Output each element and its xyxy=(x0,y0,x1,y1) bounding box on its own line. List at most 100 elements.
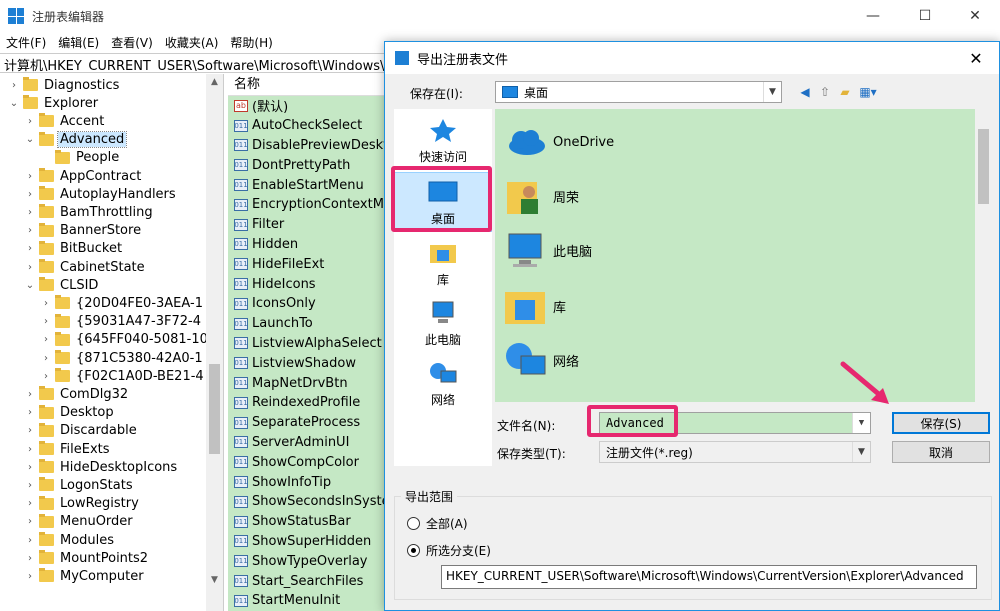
tree-item[interactable]: › HideDesktopIcons xyxy=(24,458,179,476)
tree-item[interactable]: ⌄ Explorer xyxy=(8,94,100,112)
list-item[interactable]: 011 ShowTypeOverlay xyxy=(228,551,388,572)
tree-item[interactable]: › Discardable xyxy=(24,422,139,440)
list-item[interactable]: 011 ShowInfoTip xyxy=(228,472,388,492)
tree-item[interactable]: ⌄ Advanced xyxy=(24,131,128,149)
chevron-right-icon[interactable]: › xyxy=(24,262,36,273)
new-folder-icon[interactable]: ▰ xyxy=(837,84,853,100)
list-item[interactable]: 011 ReindexedProfile xyxy=(228,392,388,413)
scroll-up-icon[interactable]: ▲ xyxy=(206,74,223,91)
chevron-down-icon[interactable]: ⌄ xyxy=(8,98,20,109)
tree-scrollbar[interactable]: ▲ ▼ xyxy=(206,74,223,611)
close-button[interactable]: ✕ xyxy=(952,0,998,32)
chevron-right-icon[interactable]: › xyxy=(40,353,52,364)
up-folder-icon[interactable]: ⇧ xyxy=(817,84,833,100)
tree-item[interactable]: › MountPoints2 xyxy=(24,549,150,567)
tree-item[interactable]: People xyxy=(40,149,121,167)
scroll-down-icon[interactable]: ▼ xyxy=(206,572,223,589)
chevron-right-icon[interactable]: › xyxy=(24,444,36,455)
list-item[interactable]: 011 DontPrettyPath xyxy=(228,155,388,176)
list-item[interactable]: 011 LaunchTo xyxy=(228,313,388,334)
address-bar[interactable]: 计算机\HKEY_CURRENT_USER\Software\Microsoft… xyxy=(0,53,400,73)
list-item[interactable]: 011 HideIcons xyxy=(228,274,388,294)
dialog-close-button[interactable]: ✕ xyxy=(953,42,999,74)
list-item[interactable]: 011 DisablePreviewDesktop xyxy=(228,135,388,156)
chevron-right-icon[interactable]: › xyxy=(8,80,20,91)
tree-item[interactable]: › {F02C1A0D-BE21-4 xyxy=(40,367,206,385)
list-item[interactable]: 011 HideFileExt xyxy=(228,254,388,275)
chevron-right-icon[interactable]: › xyxy=(24,553,36,564)
tree-item[interactable]: › Diagnostics xyxy=(8,76,121,94)
chevron-right-icon[interactable]: › xyxy=(40,371,52,382)
chevron-right-icon[interactable]: › xyxy=(40,334,52,345)
chevron-right-icon[interactable]: › xyxy=(24,425,36,436)
chevron-right-icon[interactable]: › xyxy=(24,389,36,400)
maximize-button[interactable]: ☐ xyxy=(902,0,948,32)
list-item[interactable]: 011 ServerAdminUI xyxy=(228,432,388,453)
chevron-down-icon[interactable]: ⌄ xyxy=(24,280,36,291)
branch-path-input[interactable]: HKEY_CURRENT_USER\Software\Microsoft\Win… xyxy=(441,565,977,589)
cancel-button[interactable]: 取消 xyxy=(892,441,990,463)
list-item[interactable]: 011 ShowSecondsInSystemClock xyxy=(228,491,388,512)
list-item[interactable]: 011 ShowStatusBar xyxy=(228,511,388,532)
place-network[interactable]: 网络 xyxy=(394,352,492,412)
tree-item[interactable]: › CabinetState xyxy=(24,258,147,276)
minimize-button[interactable]: — xyxy=(850,0,896,32)
chevron-right-icon[interactable]: › xyxy=(24,535,36,546)
tree-item[interactable]: › {871C5380-42A0-1 xyxy=(40,349,205,367)
list-item[interactable]: 011 ListviewAlphaSelect xyxy=(228,333,388,354)
list-item[interactable]: 011 EnableStartMenu xyxy=(228,175,388,195)
list-item[interactable]: 011 Start_SearchFiles xyxy=(228,571,388,591)
file-list-scroll-thumb[interactable] xyxy=(978,129,989,204)
file-item-library[interactable]: 库 xyxy=(503,281,566,331)
file-item-user[interactable]: 周荣 xyxy=(503,171,579,221)
list-item[interactable]: 011 Hidden xyxy=(228,234,388,255)
chevron-down-icon[interactable]: ▼ xyxy=(763,82,781,102)
chevron-right-icon[interactable]: › xyxy=(24,225,36,236)
menu-file[interactable]: 文件(F) xyxy=(0,34,52,51)
list-item[interactable]: 011 EncryptionContextMenu xyxy=(228,194,388,215)
chevron-right-icon[interactable]: › xyxy=(24,480,36,491)
tree-item[interactable]: › Desktop xyxy=(24,404,116,422)
list-item[interactable]: 011 StartMenuInit xyxy=(228,590,388,611)
chevron-right-icon[interactable]: › xyxy=(24,243,36,254)
place-this-pc[interactable]: 此电脑 xyxy=(394,292,492,352)
list-item[interactable]: 011 SeparateProcess xyxy=(228,412,388,433)
file-item-this-pc[interactable]: 此电脑 xyxy=(503,225,592,275)
list-item[interactable]: 011 ShowSuperHidden xyxy=(228,531,388,552)
tree-item[interactable]: › BamThrottling xyxy=(24,203,155,221)
chevron-right-icon[interactable]: › xyxy=(24,407,36,418)
tree-item[interactable]: › ComDlg32 xyxy=(24,385,130,403)
list-item[interactable]: 011 ListviewShadow xyxy=(228,353,388,374)
tree-item[interactable]: › AppContract xyxy=(24,167,143,185)
menu-favorites[interactable]: 收藏夹(A) xyxy=(159,34,225,51)
tree-item[interactable]: › MenuOrder xyxy=(24,513,135,531)
radio-all[interactable]: 全部(A) xyxy=(407,515,468,532)
file-item-onedrive[interactable]: OneDrive xyxy=(503,117,614,167)
chevron-right-icon[interactable]: › xyxy=(24,498,36,509)
tree-item[interactable]: › LowRegistry xyxy=(24,495,141,513)
tree-item[interactable]: ⌄ CLSID xyxy=(24,276,100,294)
tree-item[interactable]: › MyComputer xyxy=(24,567,146,585)
list-item[interactable]: 011 AutoCheckSelect xyxy=(228,115,388,136)
chevron-right-icon[interactable]: › xyxy=(24,462,36,473)
place-library[interactable]: 库 xyxy=(394,232,492,292)
chevron-right-icon[interactable]: › xyxy=(40,316,52,327)
chevron-down-icon[interactable]: ▼ xyxy=(852,442,870,462)
tree-item[interactable]: › LogonStats xyxy=(24,476,135,494)
file-list-scrollbar[interactable] xyxy=(975,109,992,402)
list-item[interactable]: 011 ShowCompColor xyxy=(228,452,388,473)
tree-item[interactable]: › BannerStore xyxy=(24,222,143,240)
list-item[interactable]: ab (默认) xyxy=(228,96,388,116)
tree-item[interactable]: › {645FF040-5081-10 xyxy=(40,331,210,349)
save-in-combo[interactable]: 桌面 ▼ xyxy=(495,81,782,103)
list-item[interactable]: 011 MapNetDrvBtn xyxy=(228,373,388,393)
column-header-name[interactable]: 名称 xyxy=(228,74,388,96)
chevron-down-icon[interactable]: ▼ xyxy=(852,413,870,433)
chevron-down-icon[interactable]: ⌄ xyxy=(24,134,36,145)
back-icon[interactable]: ◀ xyxy=(797,84,813,100)
chevron-right-icon[interactable]: › xyxy=(24,189,36,200)
chevron-right-icon[interactable]: › xyxy=(24,207,36,218)
tree-item[interactable]: › Modules xyxy=(24,531,116,549)
view-menu-icon[interactable]: ▦▾ xyxy=(857,84,879,100)
tree-item[interactable]: › Accent xyxy=(24,112,106,130)
